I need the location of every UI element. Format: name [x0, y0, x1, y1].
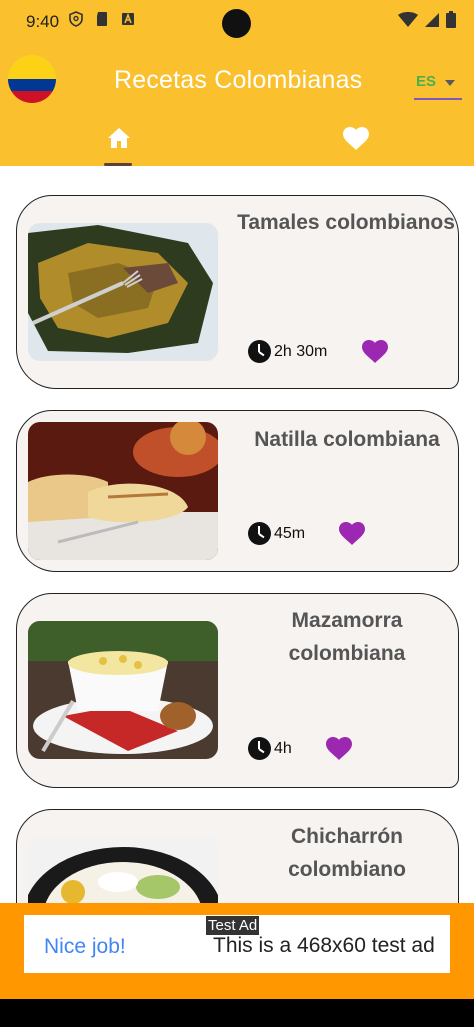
recipe-time: 45m [248, 522, 305, 545]
favorite-heart-icon[interactable] [326, 737, 352, 761]
favorite-heart-icon[interactable] [362, 340, 388, 364]
font-a-icon [122, 12, 134, 25]
app-title: Recetas Colombianas [114, 66, 363, 94]
recipe-time: 2h 30m [248, 340, 327, 363]
language-value: ES [416, 73, 437, 90]
status-time: 9:40 [26, 12, 60, 31]
ad-text: This is a 468x60 test ad [213, 934, 435, 957]
recipe-time-value: 4h [274, 739, 292, 757]
recipe-card[interactable]: Tamales colombianos 2h 30m [16, 195, 459, 389]
recipe-time-value: 45m [274, 524, 306, 542]
dropdown-caret-icon [445, 80, 455, 86]
heart-icon [342, 127, 369, 150]
tab-home[interactable] [0, 118, 237, 164]
recipe-image-tamales [28, 223, 218, 361]
tab-favorites[interactable] [237, 118, 474, 164]
favorite-heart-icon[interactable] [339, 522, 365, 546]
recipe-title: Natilla colombiana [254, 428, 440, 451]
app-bar: 9:40 Recetas Colombianas ES [0, 0, 474, 166]
recipe-title: Mazamorra colombiana [288, 609, 406, 665]
clock-icon [248, 737, 271, 760]
wifi-icon [398, 11, 418, 27]
status-notification-icons [68, 11, 136, 27]
recipe-card[interactable]: Natilla colombiana 45m [16, 410, 459, 572]
tab-indicator [104, 163, 132, 166]
recipe-time-value: 2h 30m [274, 342, 328, 360]
clock-icon [248, 340, 271, 363]
colombia-flag-icon [8, 55, 56, 103]
clock-icon [248, 522, 271, 545]
camera-cutout [222, 9, 251, 38]
recipe-image-natilla [28, 422, 218, 560]
system-navigation-bar [0, 999, 474, 1027]
recipe-title: Tamales colombianos [237, 211, 455, 234]
status-system-icons [398, 11, 456, 28]
ad-banner[interactable]: Nice job! This is a 468x60 test ad Test … [0, 903, 474, 999]
signal-icon [425, 12, 439, 27]
home-icon [107, 128, 130, 148]
recipe-card[interactable]: Mazamorra colombiana 4h [16, 593, 459, 788]
battery-icon [446, 11, 456, 28]
recipe-time: 4h [248, 737, 292, 760]
recipe-title: Chicharrón colombiano [288, 825, 406, 881]
recipe-image-mazamorra [28, 621, 218, 759]
privacy-shield-icon [69, 11, 83, 27]
ad-headline: Nice job! [44, 935, 126, 958]
language-dropdown[interactable]: ES [414, 70, 462, 100]
sd-card-icon [97, 12, 107, 26]
ad-label-badge: Test Ad [206, 916, 260, 935]
